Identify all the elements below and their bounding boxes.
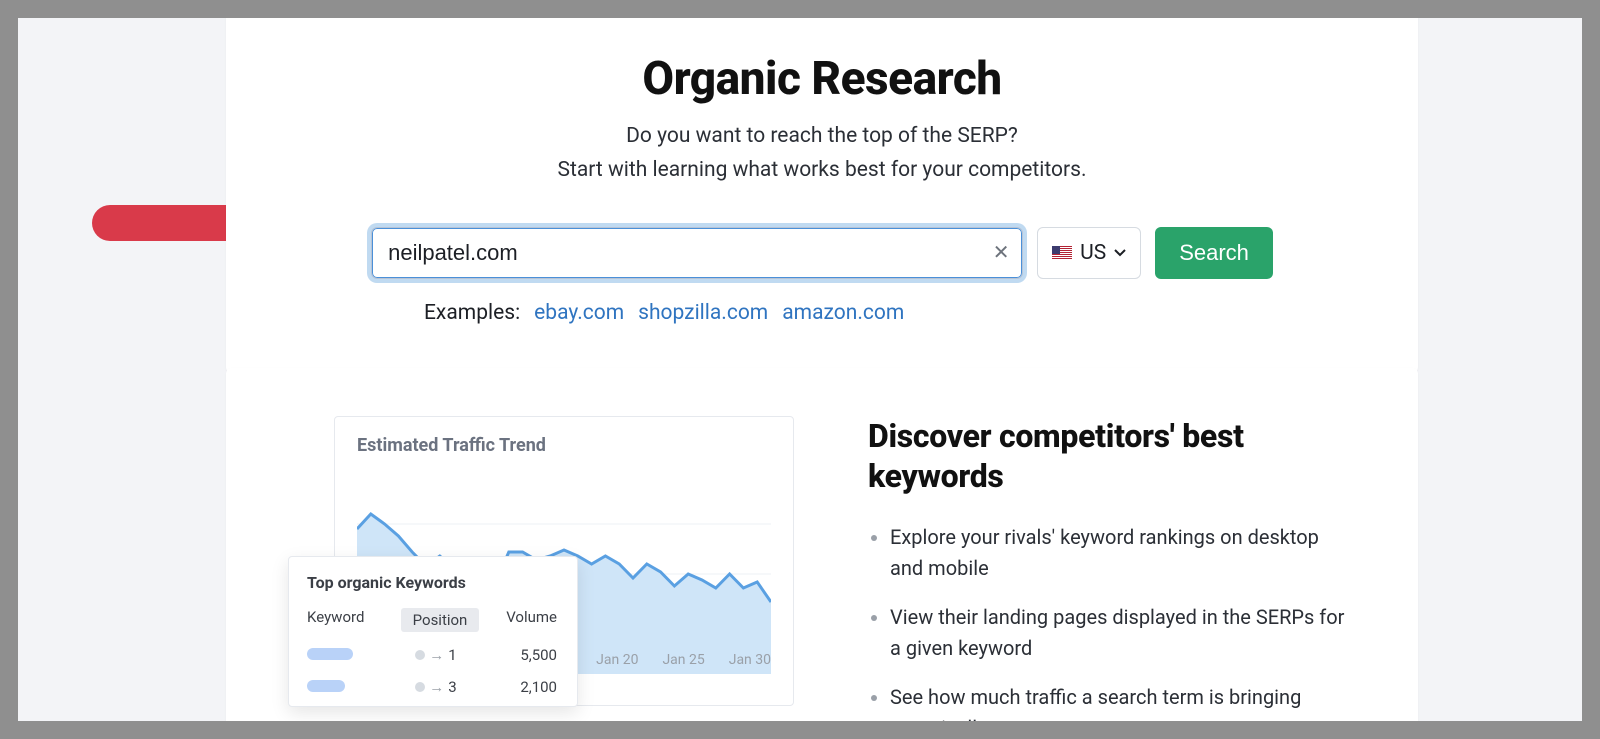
- example-link-2[interactable]: shopzilla.com: [638, 301, 768, 325]
- kw-col-position: Position: [401, 608, 479, 632]
- dot-icon: [415, 682, 425, 692]
- kw-col-keyword: Keyword: [307, 608, 397, 632]
- feature-bullets: Explore your rivals' keyword rankings on…: [868, 522, 1356, 721]
- dot-icon: [415, 650, 425, 660]
- search-row: ✕ US Search: [266, 227, 1378, 279]
- feature-illustration: Estimated Traffic Trend Jan 20 Jan 25 Ja…: [288, 416, 808, 721]
- flag-us-icon: [1052, 246, 1072, 260]
- examples-row: Examples: ebay.com shopzilla.com amazon.…: [424, 301, 1378, 325]
- chevron-down-icon: [1114, 249, 1126, 257]
- top-keywords-title: Top organic Keywords: [307, 573, 559, 592]
- kw-col-volume: Volume: [483, 608, 559, 632]
- feature-card: Estimated Traffic Trend Jan 20 Jan 25 Ja…: [226, 368, 1418, 721]
- keyword-bar-icon: [307, 648, 353, 660]
- keyword-bar-icon: [307, 680, 345, 692]
- kw-volume: 5,500: [475, 646, 559, 664]
- feature-bullet: Explore your rivals' keyword rankings on…: [890, 522, 1356, 584]
- close-icon: ✕: [993, 242, 1010, 264]
- kw-row: →3 2,100: [307, 678, 559, 696]
- examples-label: Examples:: [424, 301, 520, 325]
- feature-bullet: View their landing pages displayed in th…: [890, 602, 1356, 664]
- domain-input[interactable]: [371, 227, 1023, 279]
- domain-input-wrap: ✕: [371, 227, 1023, 279]
- page-subtitle: Do you want to reach the top of the SERP…: [266, 120, 1378, 187]
- top-keywords-card: Top organic Keywords Keyword Position Vo…: [288, 556, 578, 707]
- country-select[interactable]: US: [1037, 227, 1141, 279]
- x-tick: Jan 30: [729, 652, 771, 668]
- page-title: Organic Research: [266, 52, 1378, 106]
- arrow-right-icon: →: [429, 678, 444, 696]
- x-tick: Jan 25: [662, 652, 704, 668]
- example-link-1[interactable]: ebay.com: [534, 301, 624, 325]
- feature-title: Discover competitors' best keywords: [868, 416, 1356, 496]
- example-link-3[interactable]: amazon.com: [782, 301, 904, 325]
- traffic-trend-title: Estimated Traffic Trend: [357, 435, 771, 456]
- feature-bullet: See how much traffic a search term is br…: [890, 682, 1356, 721]
- kw-row: →1 5,500: [307, 646, 559, 664]
- feature-text: Discover competitors' best keywords Expl…: [868, 416, 1356, 721]
- x-tick: Jan 20: [596, 652, 638, 668]
- kw-table-head: Keyword Position Volume: [307, 608, 559, 632]
- kw-position: 3: [448, 678, 456, 696]
- subtitle-line-2: Start with learning what works best for …: [266, 154, 1378, 188]
- subtitle-line-1: Do you want to reach the top of the SERP…: [266, 120, 1378, 154]
- kw-volume: 2,100: [475, 678, 559, 696]
- arrow-right-icon: →: [429, 646, 444, 664]
- kw-position: 1: [448, 646, 456, 664]
- clear-input-button[interactable]: ✕: [991, 243, 1011, 263]
- country-code: US: [1080, 241, 1106, 265]
- hero-card: Organic Research Do you want to reach th…: [226, 18, 1418, 373]
- app-frame: Organic Research Do you want to reach th…: [18, 18, 1582, 721]
- chart-x-axis: Jan 20 Jan 25 Jan 30: [596, 652, 771, 668]
- search-button[interactable]: Search: [1155, 227, 1273, 279]
